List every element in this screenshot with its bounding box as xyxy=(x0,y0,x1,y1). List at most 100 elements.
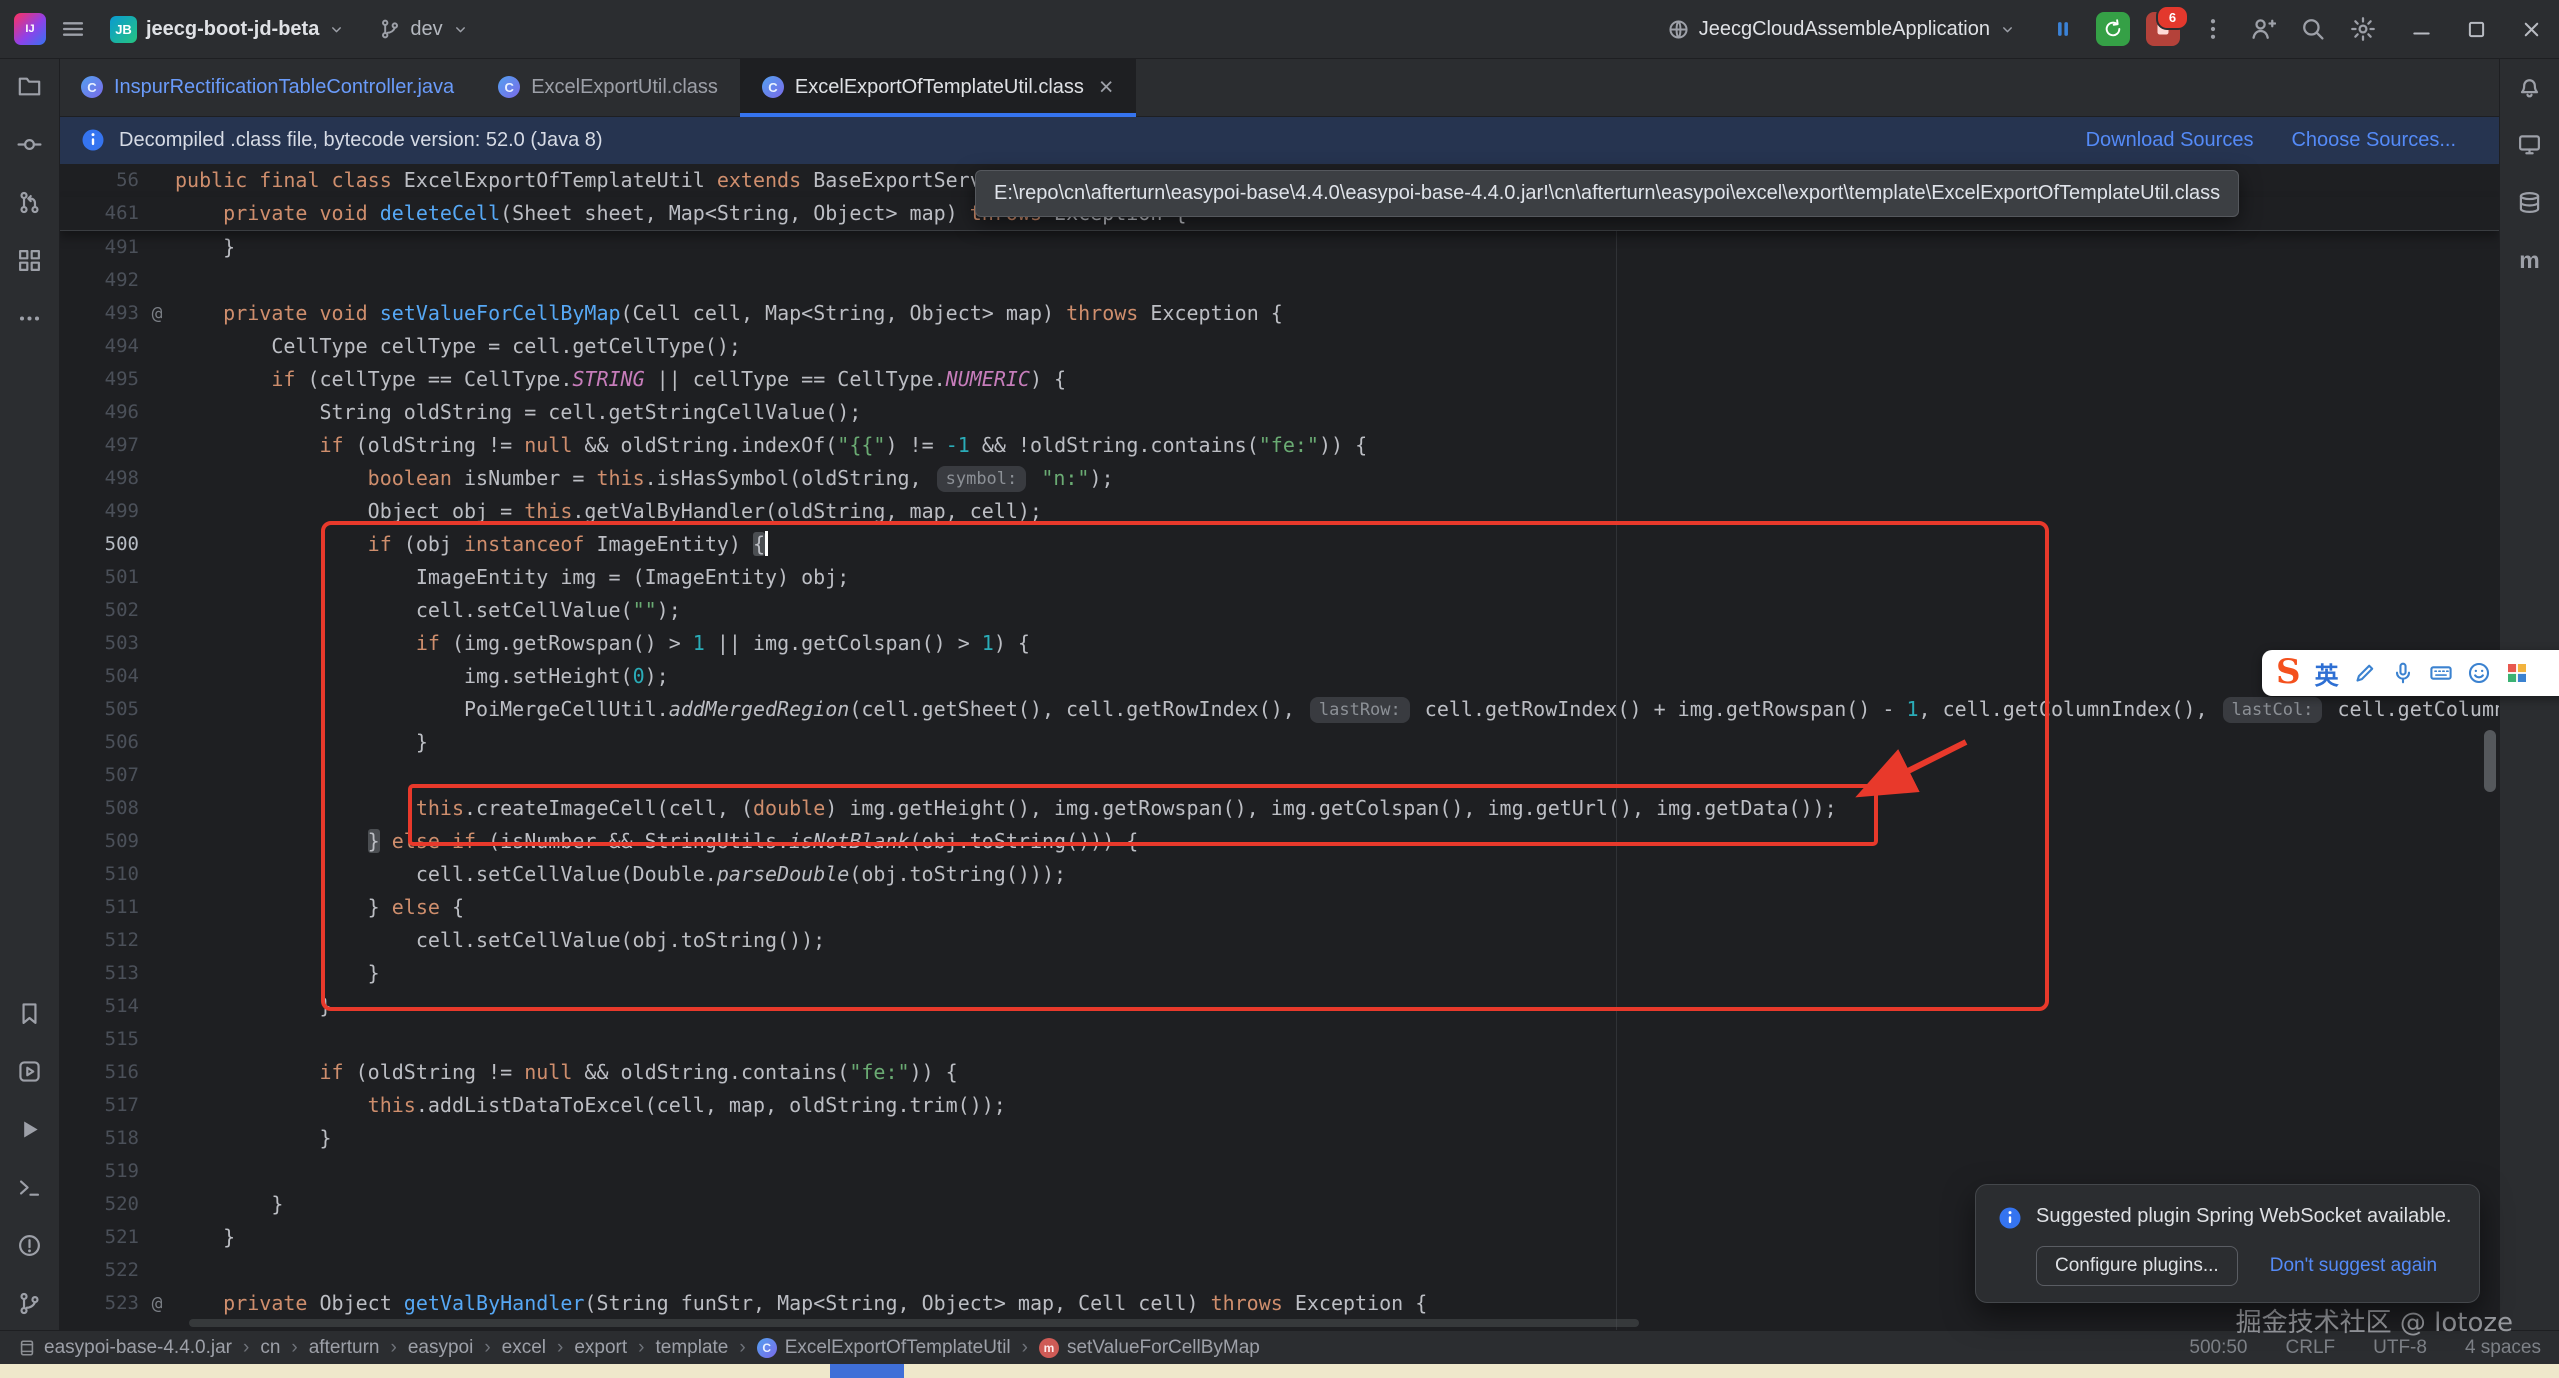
code-line[interactable]: 510 cell.setCellValue(Double.parseDouble… xyxy=(59,858,2500,891)
smiley-icon[interactable] xyxy=(2467,661,2491,685)
code-line[interactable]: 503 if (img.getRowspan() > 1 || img.getC… xyxy=(59,627,2500,660)
code-line[interactable]: 506 } xyxy=(59,726,2500,759)
breadcrumb-item[interactable]: cn xyxy=(260,1337,280,1359)
pause-button[interactable] xyxy=(2046,12,2080,46)
breadcrumb-item[interactable]: afterturn xyxy=(309,1337,380,1359)
more-icon[interactable] xyxy=(17,306,42,331)
configure-plugins-button[interactable]: Configure plugins... xyxy=(2036,1246,2238,1286)
code-line[interactable]: 498 boolean isNumber = this.isHasSymbol(… xyxy=(59,462,2500,495)
line-number: 513 xyxy=(105,957,139,990)
main-menu-icon[interactable] xyxy=(60,16,86,42)
code-line[interactable]: 491 } xyxy=(59,231,2500,264)
gutter: 504 xyxy=(59,660,175,693)
ime-language-toggle[interactable]: 英 xyxy=(2315,656,2339,691)
mic-icon[interactable] xyxy=(2391,661,2415,685)
line-number: 508 xyxy=(105,792,139,825)
close-tab-icon[interactable]: × xyxy=(1099,75,1114,100)
code-line[interactable]: 508 this.createImageCell(cell, (double) … xyxy=(59,792,2500,825)
breadcrumb-separator: › xyxy=(391,1337,397,1359)
device-icon[interactable] xyxy=(2517,132,2542,157)
code-line[interactable]: 513 } xyxy=(59,957,2500,990)
breadcrumb-item[interactable]: easypoi xyxy=(408,1337,474,1359)
grid-icon[interactable] xyxy=(2505,661,2529,685)
keyboard-icon[interactable] xyxy=(2429,661,2453,685)
status-item[interactable]: UTF-8 xyxy=(2373,1337,2427,1359)
status-item[interactable]: CRLF xyxy=(2286,1337,2336,1359)
commit-icon[interactable] xyxy=(17,132,42,157)
pen-icon[interactable] xyxy=(2353,661,2377,685)
more-vertical-icon[interactable] xyxy=(2200,16,2226,42)
code-line[interactable]: 517 this.addListDataToExcel(cell, map, o… xyxy=(59,1089,2500,1122)
settings-icon[interactable] xyxy=(2350,16,2376,42)
minimize-button[interactable] xyxy=(2410,18,2433,41)
code-line[interactable]: 501 ImageEntity img = (ImageEntity) obj; xyxy=(59,561,2500,594)
code-line[interactable]: 496 String oldString = cell.getStringCel… xyxy=(59,396,2500,429)
services-icon[interactable] xyxy=(17,1059,42,1084)
branch-selector[interactable]: dev xyxy=(369,12,478,47)
code-line[interactable]: 507 xyxy=(59,759,2500,792)
line-number: 516 xyxy=(105,1056,139,1089)
ime-toolbar[interactable]: S 英 xyxy=(2262,650,2559,696)
breadcrumb-item[interactable]: easypoi-base-4.4.0.jar xyxy=(18,1337,232,1359)
gutter: 513 xyxy=(59,957,175,990)
status-item[interactable]: 500:50 xyxy=(2189,1337,2247,1359)
bookmarks-icon[interactable] xyxy=(17,1001,42,1026)
class-icon: C xyxy=(757,1338,777,1358)
problems-icon[interactable] xyxy=(17,1233,42,1258)
breadcrumb-item[interactable]: template xyxy=(655,1337,728,1359)
horizontal-scrollbar[interactable] xyxy=(189,1319,1639,1327)
code-text: } xyxy=(175,726,428,759)
code-line[interactable]: 512 cell.setCellValue(obj.toString()); xyxy=(59,924,2500,957)
code-line[interactable]: 497 if (oldString != null && oldString.i… xyxy=(59,429,2500,462)
code-line[interactable]: 514 } xyxy=(59,990,2500,1023)
dont-suggest-again-button[interactable]: Don't suggest again xyxy=(2264,1254,2443,1278)
code-line[interactable]: 518 } xyxy=(59,1122,2500,1155)
code-line[interactable]: 495 if (cellType == CellType.STRING || c… xyxy=(59,363,2500,396)
code-line[interactable]: 502 cell.setCellValue(""); xyxy=(59,594,2500,627)
tab[interactable]: CExcelExportUtil.class xyxy=(476,58,740,116)
close-button[interactable] xyxy=(2520,18,2543,41)
project-selector[interactable]: JB jeecg-boot-jd-beta xyxy=(100,10,355,49)
breadcrumb-item[interactable]: CExcelExportOfTemplateUtil xyxy=(757,1337,1011,1359)
breadcrumb-item[interactable]: msetValueForCellByMap xyxy=(1039,1337,1260,1359)
chevron-down-icon xyxy=(328,21,345,38)
tab[interactable]: CInspurRectificationTableController.java xyxy=(59,58,476,116)
line-number: 497 xyxy=(105,429,139,462)
line-number: 518 xyxy=(105,1122,139,1155)
rerun-button[interactable] xyxy=(2096,12,2130,46)
code-line[interactable]: 504 img.setHeight(0); xyxy=(59,660,2500,693)
choose-sources-link[interactable]: Choose Sources... xyxy=(2291,129,2456,152)
project-icon[interactable] xyxy=(17,74,42,99)
code-line[interactable]: 516 if (oldString != null && oldString.c… xyxy=(59,1056,2500,1089)
terminal-icon[interactable] xyxy=(17,1175,42,1200)
status-item[interactable]: 4 spaces xyxy=(2465,1337,2541,1359)
line-number: 500 xyxy=(105,528,139,561)
pull-requests-icon[interactable] xyxy=(17,190,42,215)
code-line[interactable]: 493@ private void setValueForCellByMap(C… xyxy=(59,297,2500,330)
code-line[interactable]: 492 xyxy=(59,264,2500,297)
maven-icon[interactable]: m xyxy=(2517,248,2542,273)
breadcrumb-item[interactable]: excel xyxy=(502,1337,546,1359)
maximize-button[interactable] xyxy=(2465,18,2488,41)
download-sources-link[interactable]: Download Sources xyxy=(2086,129,2254,152)
notifications-icon[interactable] xyxy=(2517,74,2542,99)
run-config-selector[interactable]: JeecgCloudAssembleApplication xyxy=(1657,12,2026,47)
code-line[interactable]: 505 PoiMergeCellUtil.addMergedRegion(cel… xyxy=(59,693,2500,726)
run-icon[interactable] xyxy=(17,1117,42,1142)
add-user-icon[interactable] xyxy=(2250,16,2276,42)
search-icon[interactable] xyxy=(2300,16,2326,42)
code-line[interactable]: 494 CellType cellType = cell.getCellType… xyxy=(59,330,2500,363)
database-icon[interactable] xyxy=(2517,190,2542,215)
structure-icon[interactable] xyxy=(17,248,42,273)
tab[interactable]: CExcelExportOfTemplateUtil.class× xyxy=(740,58,1136,116)
code-line[interactable]: 509 } else if (isNumber && StringUtils.i… xyxy=(59,825,2500,858)
editor[interactable]: Decompiled .class file, bytecode version… xyxy=(59,116,2500,1330)
code-line[interactable]: 515 xyxy=(59,1023,2500,1056)
code-line[interactable]: 511 } else { xyxy=(59,891,2500,924)
version-control-icon[interactable] xyxy=(17,1291,42,1316)
stop-button[interactable]: 6 xyxy=(2146,12,2180,46)
vertical-scrollbar[interactable] xyxy=(2484,730,2496,792)
code-line[interactable]: 499 Object obj = this.getValByHandler(ol… xyxy=(59,495,2500,528)
breadcrumb-item[interactable]: export xyxy=(574,1337,627,1359)
code-line[interactable]: 500 if (obj instanceof ImageEntity) { xyxy=(59,528,2500,561)
